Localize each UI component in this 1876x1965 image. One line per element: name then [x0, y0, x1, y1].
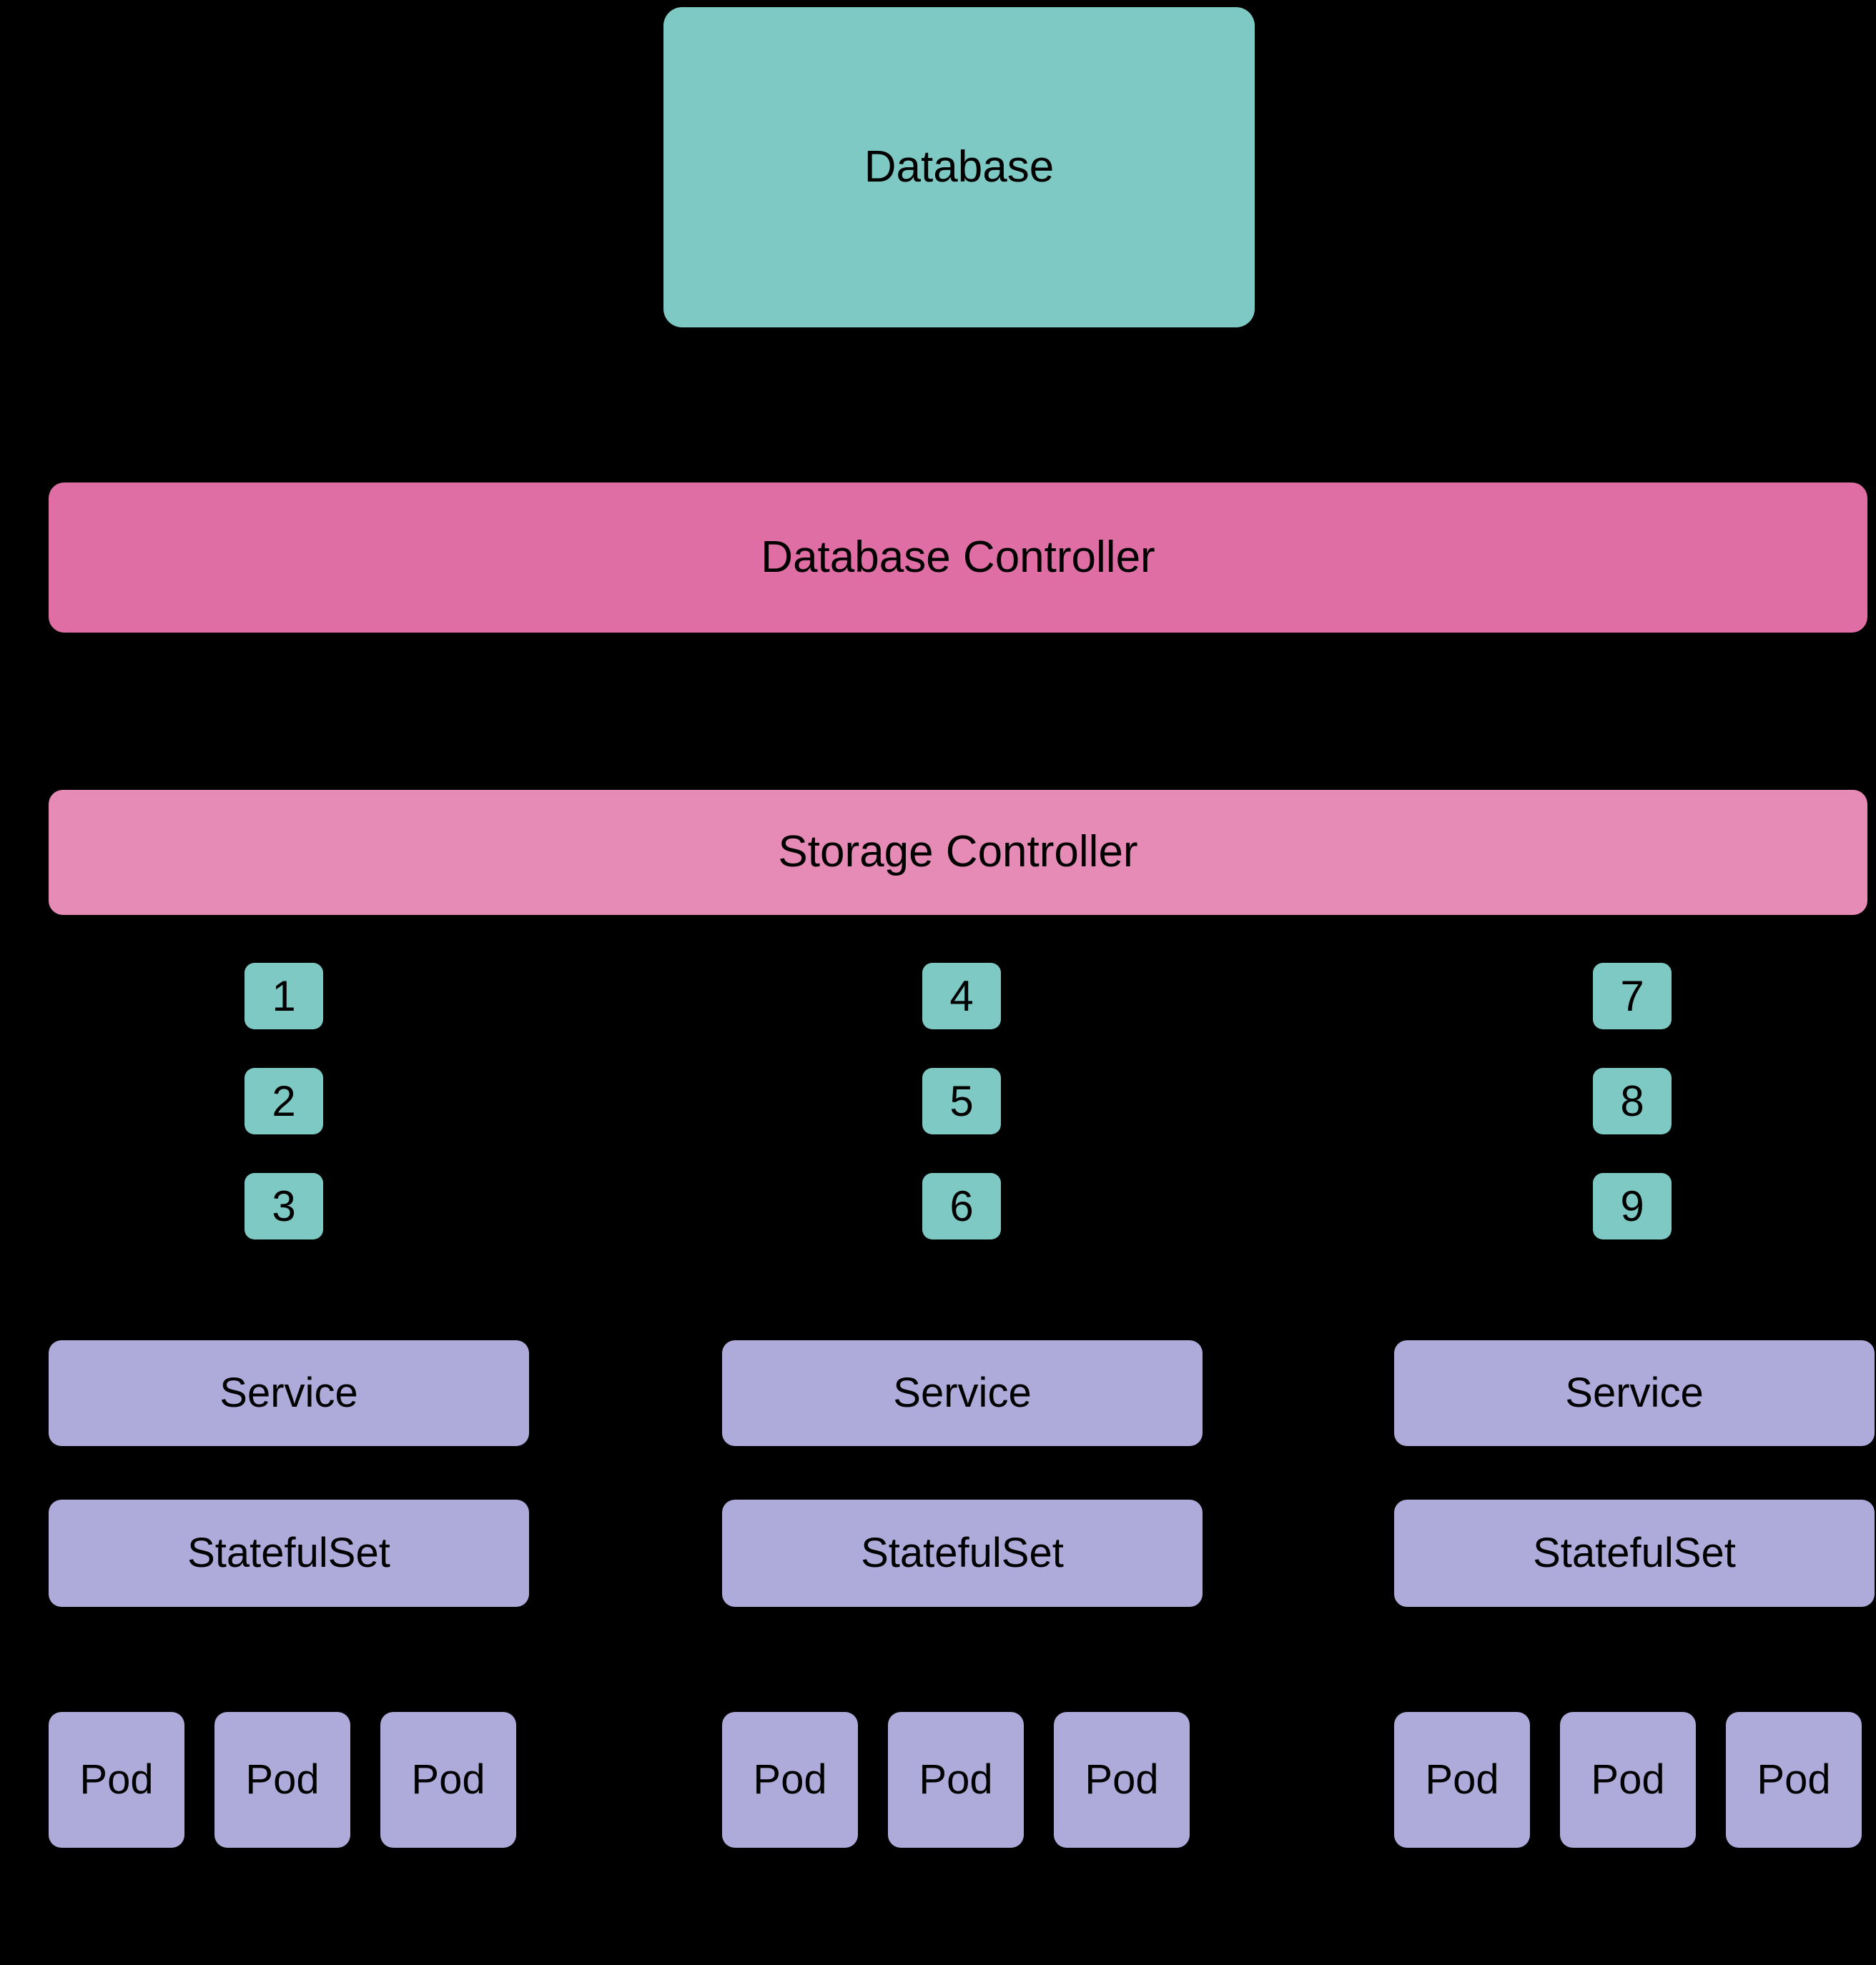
node-pod-group-2-1[interactable]: Pod	[722, 1712, 858, 1848]
node-pod-group-3-2[interactable]: Pod	[1560, 1712, 1696, 1848]
node-shard-3[interactable]: 3	[245, 1173, 323, 1239]
node-pod-group-2-2-label: Pod	[919, 1756, 993, 1803]
node-pod-group-2-3[interactable]: Pod	[1054, 1712, 1190, 1848]
node-storage-controller[interactable]: Storage Controller	[49, 790, 1867, 915]
node-storage-controller-label: Storage Controller	[778, 827, 1138, 877]
node-statefulset-group-1[interactable]: StatefulSet	[49, 1500, 529, 1607]
node-pod-group-3-3[interactable]: Pod	[1726, 1712, 1862, 1848]
node-pod-group-1-3-label: Pod	[411, 1756, 485, 1803]
node-statefulset-group-3-label: StatefulSet	[1533, 1530, 1736, 1577]
node-service-group-3-label: Service	[1565, 1370, 1704, 1417]
node-pod-group-3-1[interactable]: Pod	[1394, 1712, 1530, 1848]
node-shard-6-label: 6	[949, 1182, 974, 1230]
node-pod-group-2-2[interactable]: Pod	[888, 1712, 1024, 1848]
node-shard-1[interactable]: 1	[245, 963, 323, 1029]
node-shard-1-label: 1	[272, 971, 296, 1020]
node-shard-7-label: 7	[1620, 971, 1644, 1020]
node-pod-group-1-1-label: Pod	[79, 1756, 154, 1803]
node-shard-2[interactable]: 2	[245, 1068, 323, 1134]
node-pod-group-2-3-label: Pod	[1085, 1756, 1159, 1803]
diagram-canvas: Database Database Controller Storage Con…	[0, 0, 1876, 1965]
node-service-group-1[interactable]: Service	[49, 1340, 529, 1446]
node-service-group-2-label: Service	[893, 1370, 1032, 1417]
node-database-controller-label: Database Controller	[761, 532, 1155, 582]
node-shard-9-label: 9	[1620, 1182, 1644, 1230]
node-shard-9[interactable]: 9	[1593, 1173, 1672, 1239]
node-shard-8-label: 8	[1620, 1076, 1644, 1125]
node-shard-7[interactable]: 7	[1593, 963, 1672, 1029]
node-database-controller[interactable]: Database Controller	[49, 482, 1867, 633]
node-pod-group-1-2-label: Pod	[245, 1756, 320, 1803]
node-pod-group-3-1-label: Pod	[1425, 1756, 1499, 1803]
node-statefulset-group-1-label: StatefulSet	[187, 1530, 390, 1577]
node-database-label: Database	[864, 142, 1055, 192]
node-service-group-2[interactable]: Service	[722, 1340, 1203, 1446]
node-pod-group-3-3-label: Pod	[1757, 1756, 1831, 1803]
node-pod-group-2-1-label: Pod	[753, 1756, 827, 1803]
node-shard-3-label: 3	[272, 1182, 296, 1230]
node-shard-5[interactable]: 5	[922, 1068, 1001, 1134]
node-shard-4[interactable]: 4	[922, 963, 1001, 1029]
node-pod-group-1-1[interactable]: Pod	[49, 1712, 184, 1848]
node-statefulset-group-2[interactable]: StatefulSet	[722, 1500, 1203, 1607]
node-shard-6[interactable]: 6	[922, 1173, 1001, 1239]
node-pod-group-3-2-label: Pod	[1591, 1756, 1665, 1803]
node-statefulset-group-2-label: StatefulSet	[861, 1530, 1064, 1577]
node-shard-5-label: 5	[949, 1076, 974, 1125]
node-shard-2-label: 2	[272, 1076, 296, 1125]
node-service-group-3[interactable]: Service	[1394, 1340, 1875, 1446]
node-service-group-1-label: Service	[219, 1370, 358, 1417]
node-pod-group-1-2[interactable]: Pod	[214, 1712, 350, 1848]
node-shard-4-label: 4	[949, 971, 974, 1020]
node-database[interactable]: Database	[663, 7, 1255, 327]
node-statefulset-group-3[interactable]: StatefulSet	[1394, 1500, 1875, 1607]
node-shard-8[interactable]: 8	[1593, 1068, 1672, 1134]
node-pod-group-1-3[interactable]: Pod	[380, 1712, 516, 1848]
